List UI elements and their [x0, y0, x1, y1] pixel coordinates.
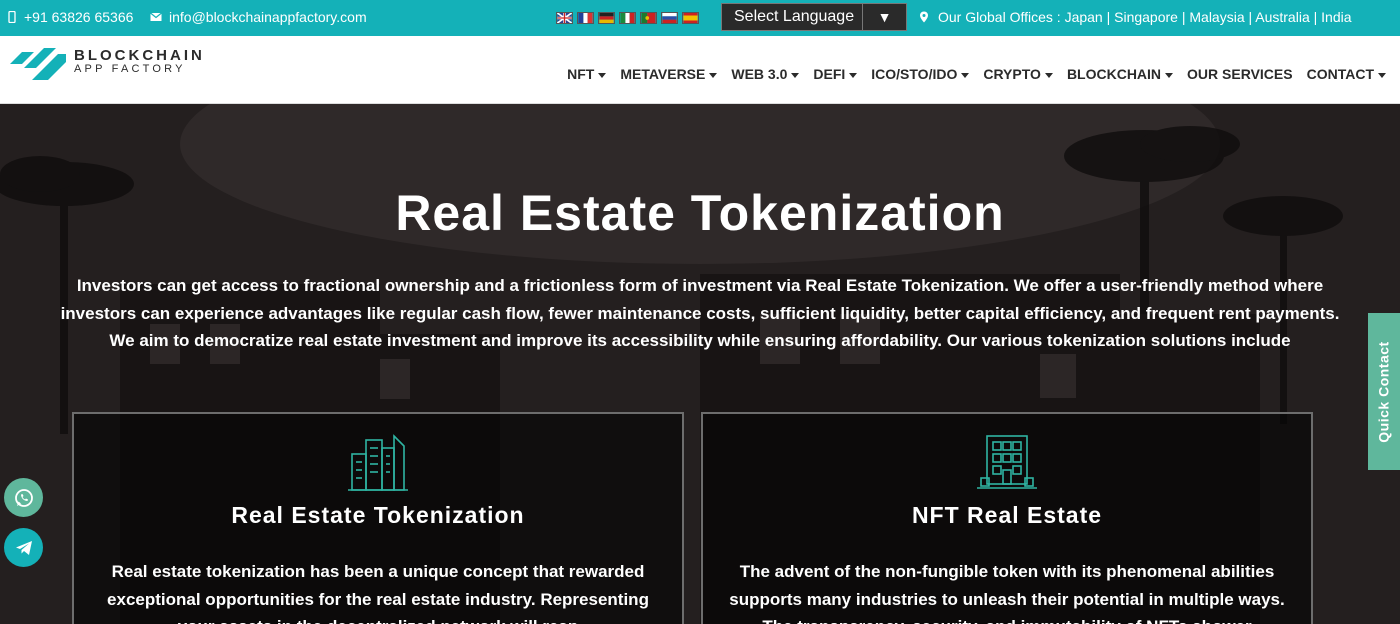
logo-line2: APP FACTORY — [74, 63, 186, 76]
nav-item-blockchain[interactable]: BLOCKCHAIN — [1067, 66, 1174, 82]
envelope-icon — [150, 12, 162, 21]
whatsapp-icon — [14, 488, 33, 507]
germany-flag-icon[interactable] — [598, 12, 615, 24]
email-contact[interactable]: info@blockchainappfactory.com — [150, 9, 367, 25]
top-bar: +91 63826 65366 info@blockchainappfactor… — [0, 0, 1400, 36]
language-flags — [556, 12, 699, 24]
quick-contact-tab[interactable]: Quick Contact — [1368, 313, 1400, 470]
chevron-down-icon — [1044, 72, 1053, 78]
logo-mark-icon — [10, 48, 66, 80]
card-text: The advent of the non-fungible token wit… — [729, 562, 1285, 624]
nav-item-crypto[interactable]: CRYPTO — [983, 66, 1053, 82]
quick-contact-label[interactable]: Quick Contact — [1376, 341, 1392, 442]
language-select[interactable]: Select Language ▼ — [721, 3, 907, 31]
spain-flag-icon[interactable] — [682, 12, 699, 24]
nav-item-web3[interactable]: WEB 3.0 — [731, 66, 800, 82]
chevron-down-icon — [709, 72, 718, 78]
map-pin-icon — [920, 11, 928, 23]
service-card-real-estate-tokenization[interactable]: Real Estate Tokenization Real estate tok… — [72, 412, 684, 624]
logo-line1: BLOCKCHAIN — [74, 47, 205, 65]
card-text: Real estate tokenization has been a uniq… — [107, 562, 649, 624]
phone-contact[interactable]: +91 63826 65366 — [6, 9, 133, 25]
nav-label-ico[interactable]: ICO/STO/IDO — [871, 66, 957, 82]
whatsapp-button[interactable] — [4, 478, 43, 517]
portugal-flag-icon[interactable] — [640, 12, 657, 24]
service-card-nft-real-estate[interactable]: NFT Real Estate The advent of the non-fu… — [701, 412, 1313, 624]
nav-label-nft[interactable]: NFT — [567, 66, 594, 82]
nav-item-ico[interactable]: ICO/STO/IDO — [871, 66, 970, 82]
nav-item-our-services[interactable]: OUR SERVICES — [1187, 66, 1293, 82]
russia-flag-icon[interactable] — [661, 12, 678, 24]
chevron-down-icon — [598, 72, 607, 78]
telegram-button[interactable] — [4, 528, 43, 567]
nav-item-contact[interactable]: CONTACT — [1307, 66, 1386, 82]
site-logo[interactable]: BLOCKCHAIN APP FACTORY — [8, 42, 205, 82]
chevron-down-icon — [1165, 72, 1174, 78]
main-nav: NFT METAVERSE WEB 3.0 DEFI ICO/STO/IDO C… — [567, 66, 1386, 82]
nav-label-defi[interactable]: DEFI — [813, 66, 845, 82]
hero-description: Investors can get access to fractional o… — [60, 276, 1340, 350]
chevron-down-icon — [849, 72, 858, 78]
offices-text: Our Global Offices : Japan | Singapore |… — [938, 9, 1352, 25]
telegram-icon — [15, 540, 32, 555]
card-title[interactable]: Real Estate Tokenization — [74, 502, 682, 529]
dropdown-arrow-icon[interactable]: ▼ — [862, 4, 906, 30]
nav-item-metaverse[interactable]: METAVERSE — [620, 66, 718, 82]
apartment-building-icon — [977, 435, 1037, 489]
nav-label-web3[interactable]: WEB 3.0 — [731, 66, 787, 82]
nav-label-our-services[interactable]: OUR SERVICES — [1187, 66, 1293, 82]
nav-item-defi[interactable]: DEFI — [813, 66, 858, 82]
nav-label-contact[interactable]: CONTACT — [1307, 66, 1374, 82]
main-header: BLOCKCHAIN APP FACTORY NFT METAVERSE WEB… — [0, 36, 1400, 104]
card-title[interactable]: NFT Real Estate — [703, 502, 1311, 529]
nav-label-blockchain[interactable]: BLOCKCHAIN — [1067, 66, 1161, 82]
language-select-label[interactable]: Select Language — [722, 8, 862, 26]
uk-flag-icon[interactable] — [556, 12, 573, 24]
buildings-icon — [348, 434, 408, 491]
email-address[interactable]: info@blockchainappfactory.com — [169, 9, 367, 25]
mobile-phone-icon — [8, 11, 16, 23]
france-flag-icon[interactable] — [577, 12, 594, 24]
nav-label-metaverse[interactable]: METAVERSE — [620, 66, 705, 82]
chevron-down-icon — [961, 72, 970, 78]
nav-item-nft[interactable]: NFT — [567, 66, 607, 82]
nav-label-crypto[interactable]: CRYPTO — [983, 66, 1041, 82]
hero-title: Real Estate Tokenization — [395, 185, 1005, 241]
chevron-down-icon — [791, 72, 800, 78]
hero-section: Real Estate Tokenization Investors can g… — [0, 104, 1400, 624]
global-offices: Our Global Offices : Japan | Singapore |… — [918, 9, 1352, 25]
italy-flag-icon[interactable] — [619, 12, 636, 24]
phone-number[interactable]: +91 63826 65366 — [24, 9, 133, 25]
chevron-down-icon — [1378, 72, 1386, 78]
